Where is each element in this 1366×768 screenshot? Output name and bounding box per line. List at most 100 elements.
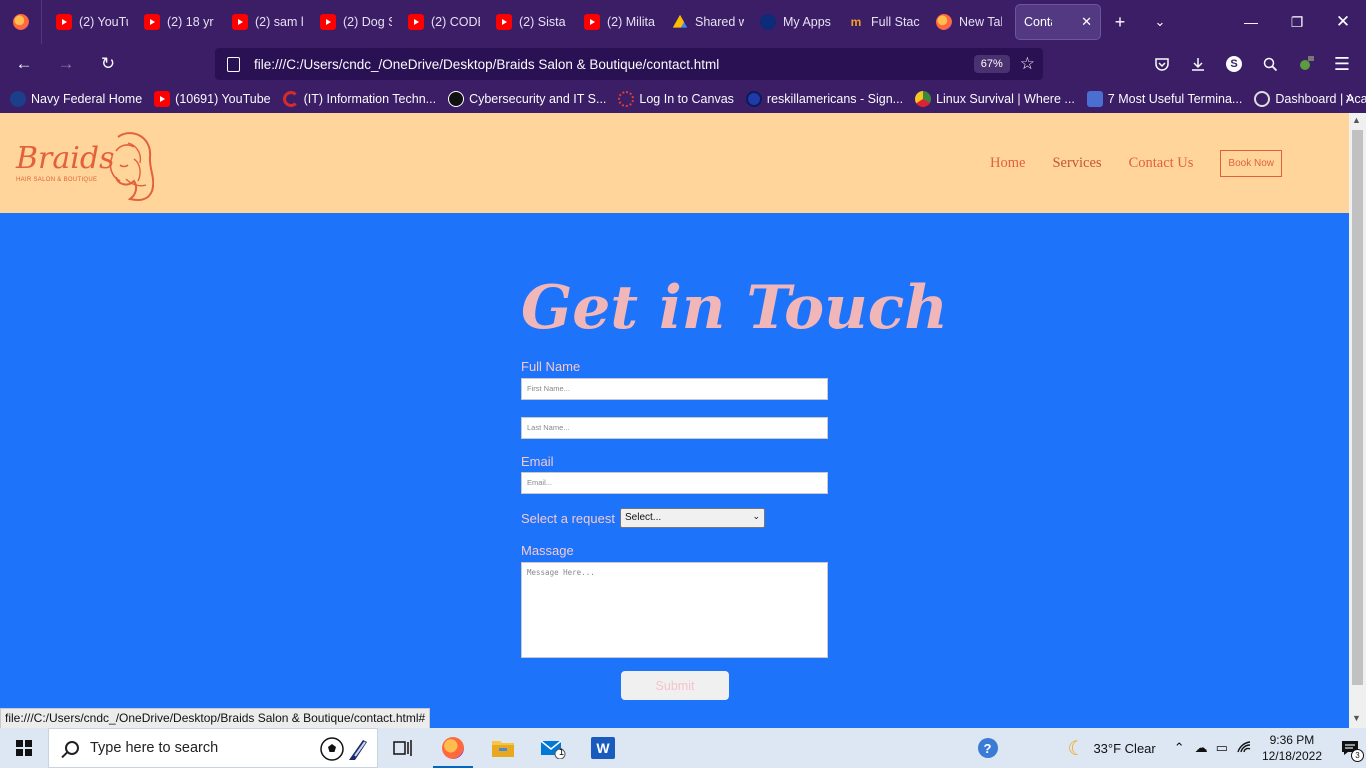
- youtube-icon: [320, 14, 336, 30]
- logo-subtitle: HAIR SALON & BOUTIQUE: [16, 177, 98, 183]
- page-scrollbar[interactable]: ▲ ▼: [1349, 113, 1366, 728]
- nav-services-link[interactable]: Services: [1052, 155, 1101, 172]
- tab-youtube-7[interactable]: (2) Milita: [576, 6, 664, 38]
- mail-badge: 1: [559, 747, 565, 757]
- notifications-icon[interactable]: 3: [1334, 728, 1366, 768]
- tab-new-tab[interactable]: New Tab: [928, 6, 1010, 38]
- status-link-preview: file:///C:/Users/cndc_/OneDrive/Desktop/…: [0, 708, 431, 729]
- scroll-down-icon[interactable]: ▼: [1352, 713, 1361, 723]
- clock-time: 9:36 PM: [1269, 733, 1315, 747]
- tab-my-apps[interactable]: My Apps: [752, 6, 840, 38]
- chevron-right-icon[interactable]: »: [1346, 89, 1354, 106]
- firefox-icon: [936, 14, 952, 30]
- page-title: Get in Touch: [521, 273, 948, 343]
- wifi-icon[interactable]: [1236, 740, 1252, 757]
- scroll-up-icon[interactable]: ▲: [1352, 115, 1361, 125]
- cybersecurity-icon: [448, 90, 465, 107]
- bookmark-youtube[interactable]: (10691) YouTube: [154, 90, 271, 107]
- tab-youtube-3[interactable]: (2) sam l: [224, 6, 312, 38]
- zoom-level-button[interactable]: 67%: [973, 55, 1010, 73]
- system-tray: ? ☾ 33°F Clear ⌃ ☁ ▭ 9:36 PM 12/18/2022 …: [968, 728, 1366, 768]
- extension-icon[interactable]: [1288, 48, 1324, 80]
- tab-strip: (2) YouTu (2) 18 yr (2) sam l (2) Dog S …: [0, 0, 1366, 44]
- tab-youtube-2[interactable]: (2) 18 yr: [136, 6, 224, 38]
- tab-contact[interactable]: Contact ✕: [1016, 5, 1100, 39]
- new-tab-button[interactable]: +: [1100, 0, 1140, 44]
- youtube-icon: [496, 14, 512, 30]
- tab-full-stack[interactable]: mFull Stack: [840, 6, 928, 38]
- downloads-icon[interactable]: [1180, 48, 1216, 80]
- woman-silhouette-icon: [109, 132, 154, 201]
- notification-badge: 3: [1351, 749, 1364, 762]
- hamburger-menu-icon[interactable]: ☰: [1324, 48, 1360, 80]
- mail-icon[interactable]: 1: [528, 728, 578, 768]
- tab-youtube-6[interactable]: (2) Sista C: [488, 6, 576, 38]
- close-window-icon[interactable]: ✕: [1320, 0, 1366, 44]
- bookmark-star-icon[interactable]: ☆: [1020, 54, 1035, 74]
- site-header: Braids HAIR SALON & BOUTIQUE Home Servic…: [0, 113, 1349, 213]
- nav-contact-link[interactable]: Contact Us: [1129, 155, 1194, 172]
- book-now-button[interactable]: Book Now: [1220, 150, 1282, 177]
- tab-youtube-1[interactable]: (2) YouTu: [48, 6, 136, 38]
- youtube-icon: [154, 90, 171, 107]
- toolbar-extensions: S ☰: [1144, 48, 1360, 80]
- pocket-icon[interactable]: [1144, 48, 1180, 80]
- weather-widget[interactable]: ☾ 33°F Clear: [1068, 736, 1156, 761]
- windows-logo-icon: [16, 740, 32, 756]
- bookmark-reskillamericans[interactable]: reskillamericans - Sign...: [745, 90, 903, 107]
- tab-youtube-5[interactable]: (2) CODE: [400, 6, 488, 38]
- braids-logo[interactable]: Braids HAIR SALON & BOUTIQUE: [6, 127, 156, 207]
- reload-icon[interactable]: ↻: [90, 48, 126, 80]
- url-text[interactable]: file:///C:/Users/cndc_/OneDrive/Desktop/…: [254, 57, 974, 72]
- chevron-down-icon: ⌄: [752, 511, 760, 521]
- apps-icon: [760, 14, 776, 30]
- request-label: Select a request: [521, 511, 615, 526]
- bookmark-navy-federal[interactable]: Navy Federal Home: [10, 90, 142, 107]
- email-label: Email: [521, 454, 554, 469]
- restore-icon[interactable]: ❐: [1274, 0, 1320, 44]
- linux-survival-icon: [915, 90, 932, 107]
- bookmark-terminal[interactable]: 7 Most Useful Termina...: [1086, 90, 1242, 107]
- task-view-icon[interactable]: [378, 728, 428, 768]
- onedrive-cloud-icon[interactable]: ☁: [1195, 740, 1208, 756]
- file-explorer-icon[interactable]: [478, 728, 528, 768]
- youtube-icon: [408, 14, 424, 30]
- firefox-taskbar-icon[interactable]: [428, 728, 478, 768]
- bookmark-canvas[interactable]: Log In to Canvas: [618, 90, 734, 107]
- message-textarea[interactable]: Message Here...: [521, 562, 828, 658]
- forward-arrow-icon[interactable]: →: [48, 48, 84, 80]
- submit-button[interactable]: Submit: [621, 671, 729, 700]
- last-name-input[interactable]: Last Name...: [521, 417, 828, 439]
- bookmark-information-technology[interactable]: (IT) Information Techn...: [282, 90, 436, 107]
- s-extension-icon[interactable]: S: [1216, 48, 1252, 80]
- tab-google-drive[interactable]: Shared w: [664, 6, 752, 38]
- scrollbar-thumb[interactable]: [1352, 130, 1363, 685]
- chevron-up-icon[interactable]: ⌃: [1174, 740, 1185, 756]
- list-all-tabs-button[interactable]: ⌄: [1140, 0, 1180, 44]
- bookmark-linux-survival[interactable]: Linux Survival | Where ...: [915, 90, 1075, 107]
- start-button[interactable]: [0, 728, 48, 768]
- site-nav: Home Services Contact Us Book Now: [963, 150, 1282, 177]
- clock[interactable]: 9:36 PM 12/18/2022: [1262, 732, 1322, 764]
- first-name-input[interactable]: First Name...: [521, 378, 828, 400]
- tab-youtube-4[interactable]: (2) Dog S: [312, 6, 400, 38]
- zoom-extension-icon[interactable]: [1252, 48, 1288, 80]
- windows-taskbar: Type here to search 1 W ? ☾ 33°F Clear ⌃…: [0, 728, 1366, 768]
- terminal-article-icon: [1086, 90, 1103, 107]
- search-placeholder: Type here to search: [90, 740, 219, 756]
- c-logo-icon: [282, 90, 299, 107]
- close-icon[interactable]: ✕: [1081, 14, 1092, 30]
- firefox-view-button[interactable]: [0, 0, 42, 44]
- request-select[interactable]: Select... ⌄: [620, 508, 765, 528]
- clock-date: 12/18/2022: [1261, 749, 1322, 763]
- taskbar-search-box[interactable]: Type here to search: [48, 728, 378, 768]
- back-arrow-icon[interactable]: ←: [6, 48, 42, 80]
- minimize-icon[interactable]: —: [1228, 0, 1274, 44]
- battery-icon[interactable]: ▭: [1216, 740, 1228, 756]
- bookmark-cybersecurity[interactable]: Cybersecurity and IT S...: [448, 90, 606, 107]
- help-icon[interactable]: ?: [968, 728, 1008, 768]
- nav-home-link[interactable]: Home: [990, 155, 1025, 172]
- email-input[interactable]: Email...: [521, 472, 828, 494]
- word-icon[interactable]: W: [578, 728, 628, 768]
- address-bar[interactable]: file:///C:/Users/cndc_/OneDrive/Desktop/…: [215, 48, 1043, 80]
